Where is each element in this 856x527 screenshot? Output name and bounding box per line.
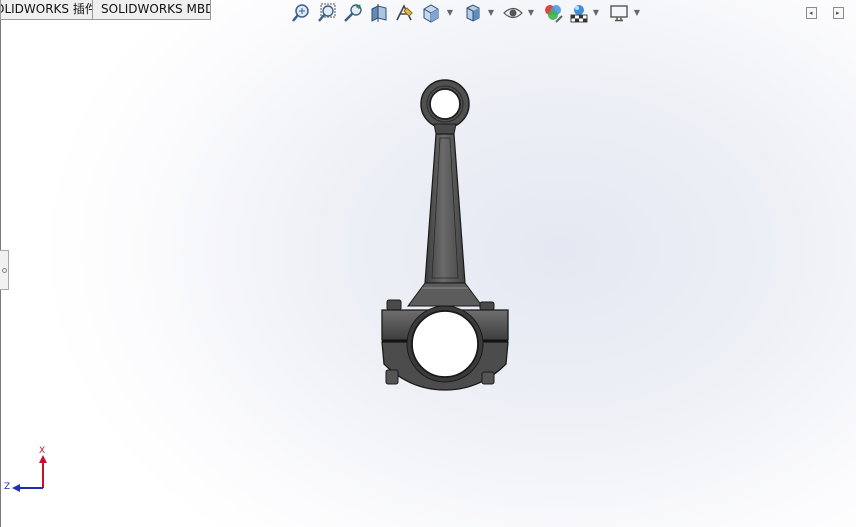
previous-view-icon[interactable] xyxy=(342,2,364,24)
bolt-head-top-left xyxy=(386,299,402,311)
rod-shoulder xyxy=(407,282,483,307)
expand-icon: ▸ xyxy=(836,9,840,17)
window-expand-button[interactable]: ▸ xyxy=(833,7,844,19)
dynamic-annotation-views-icon[interactable] xyxy=(394,2,416,24)
display-style-icon[interactable] xyxy=(462,2,484,24)
x-axis-arrow-icon xyxy=(39,455,47,463)
reference-triad[interactable]: X Z xyxy=(0,445,60,500)
hide-show-dropdown-icon[interactable]: ▼ xyxy=(527,2,535,24)
bolt-nut-bottom-left xyxy=(385,369,399,385)
hide-show-items-icon[interactable] xyxy=(502,2,524,24)
view-orientation-dropdown-icon[interactable]: ▼ xyxy=(446,2,454,24)
view-settings-dropdown-icon[interactable]: ▼ xyxy=(633,2,641,24)
small-end-bore xyxy=(429,88,461,120)
command-manager-tabs: OLIDWORKS 插件 SOLIDWORKS MBD xyxy=(0,0,211,20)
view-orientation-icon[interactable] xyxy=(420,2,442,24)
z-axis-arrow-icon xyxy=(12,484,20,492)
restore-icon: ◂ xyxy=(809,9,813,17)
z-axis-label: Z xyxy=(4,482,11,492)
view-settings-icon[interactable] xyxy=(608,2,630,24)
feature-manager-collapse-handle[interactable] xyxy=(0,250,9,290)
connecting-rod-model[interactable] xyxy=(370,78,520,398)
tab-solidworks-mbd[interactable]: SOLIDWORKS MBD xyxy=(93,0,211,20)
edit-appearance-icon[interactable] xyxy=(542,2,564,24)
bolt-head-top-right xyxy=(479,301,495,311)
section-view-icon[interactable] xyxy=(368,2,390,24)
rod-neck xyxy=(433,123,457,135)
window-restore-button[interactable]: ◂ xyxy=(806,7,817,19)
handle-grip-icon xyxy=(2,268,7,273)
big-end-bore xyxy=(411,310,479,378)
apply-scene-dropdown-icon[interactable]: ▼ xyxy=(592,2,600,24)
tab-solidworks-addins[interactable]: OLIDWORKS 插件 xyxy=(0,0,93,20)
zoom-to-area-icon[interactable] xyxy=(316,2,338,24)
rod-beam xyxy=(424,133,466,284)
apply-scene-icon[interactable] xyxy=(568,2,590,24)
bolt-nut-bottom-right xyxy=(481,371,495,385)
display-style-dropdown-icon[interactable]: ▼ xyxy=(487,2,495,24)
x-axis-label: X xyxy=(39,446,46,456)
zoom-to-fit-icon[interactable] xyxy=(290,2,312,24)
